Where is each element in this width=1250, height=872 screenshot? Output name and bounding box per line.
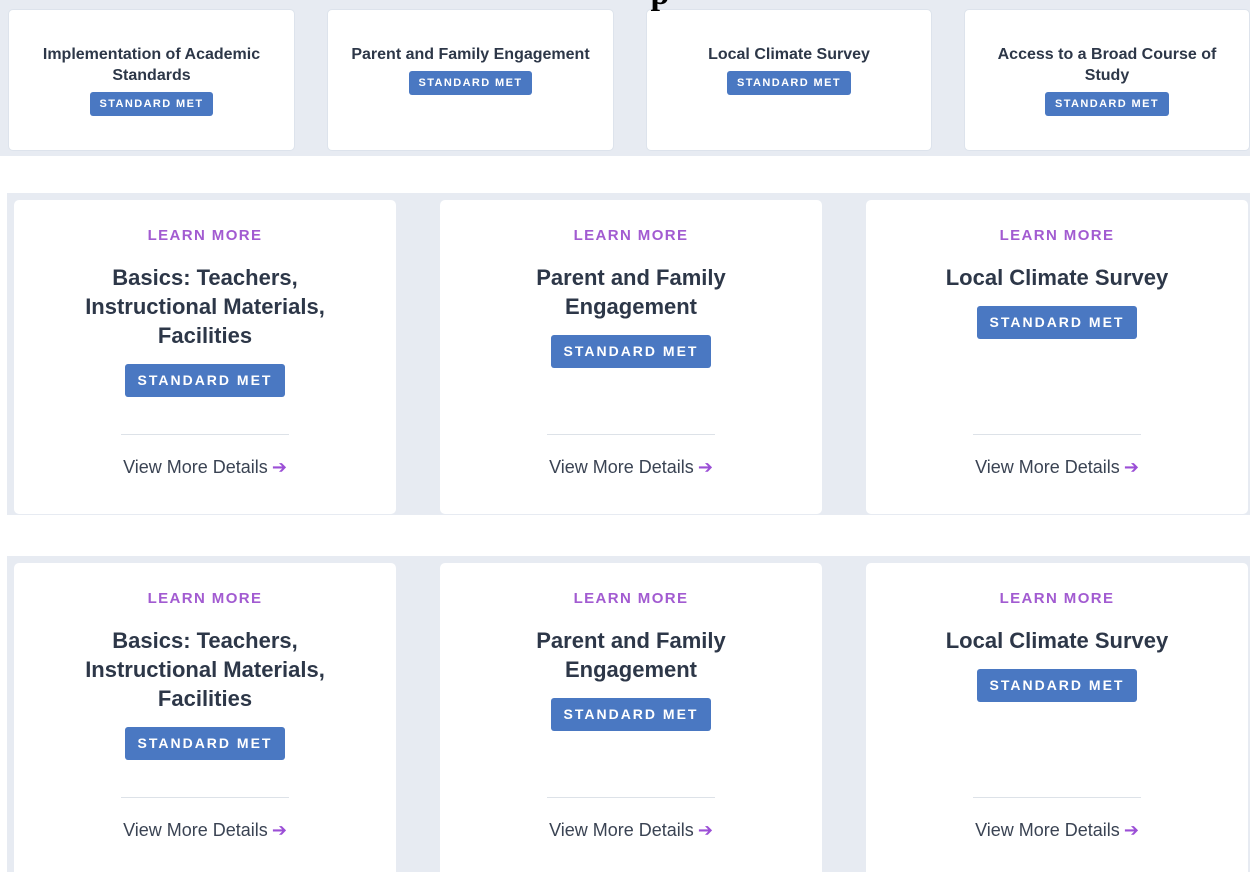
arrow-right-icon: ➔ (1123, 457, 1139, 477)
divider (973, 797, 1141, 798)
view-more-details-label: View More Details (975, 820, 1120, 840)
learn-more-label: LEARN MORE (999, 227, 1115, 244)
divider (121, 797, 289, 798)
detail-card-row: LEARN MORE Basics: Teachers, Instruction… (7, 193, 1250, 515)
arrow-right-icon: ➔ (697, 820, 713, 840)
summary-card-family-engagement: Parent and Family Engagement STANDARD ME… (327, 9, 614, 151)
detail-card-family-engagement: LEARN MORE Parent and Family Engagement … (440, 200, 822, 514)
detail-card-title: Basics: Teachers, Instructional Material… (85, 265, 325, 348)
summary-card-climate-survey: Local Climate Survey STANDARD MET (646, 9, 932, 151)
detail-card-title: Basics: Teachers, Instructional Material… (85, 628, 325, 711)
detail-card-basics: LEARN MORE Basics: Teachers, Instruction… (14, 563, 396, 872)
status-badge: STANDARD MET (976, 669, 1138, 702)
detail-card-basics: LEARN MORE Basics: Teachers, Instruction… (14, 200, 396, 514)
learn-more-label: LEARN MORE (573, 590, 689, 607)
summary-card-academic-standards: Implementation of Academic Standards STA… (8, 9, 295, 151)
view-more-details-link[interactable]: View More Details ➔ (866, 456, 1248, 478)
detail-card-climate-survey: LEARN MORE Local Climate Survey STANDARD… (866, 563, 1248, 872)
summary-card-title: Access to a Broad Course of Study (997, 46, 1217, 84)
section-heading: p (560, 0, 760, 14)
status-badge: STANDARD MET (1045, 92, 1169, 116)
divider (547, 797, 715, 798)
detail-card-title: Local Climate Survey (945, 265, 1169, 290)
divider (547, 434, 715, 435)
status-badge: STANDARD MET (124, 364, 286, 397)
status-badge: STANDARD MET (727, 71, 851, 95)
detail-card-title: Parent and Family Engagement (536, 265, 726, 319)
detail-card-row: LEARN MORE Basics: Teachers, Instruction… (7, 556, 1250, 872)
learn-more-label: LEARN MORE (573, 227, 689, 244)
view-more-details-label: View More Details (975, 457, 1120, 477)
divider (973, 434, 1141, 435)
status-badge: STANDARD MET (550, 698, 712, 731)
summary-card-title: Local Climate Survey (708, 46, 870, 63)
summary-card-title: Parent and Family Engagement (351, 46, 590, 63)
summary-card-course-of-study: Access to a Broad Course of Study STANDA… (964, 9, 1250, 151)
divider (121, 434, 289, 435)
summary-card-title: Implementation of Academic Standards (42, 46, 261, 84)
status-badge: STANDARD MET (89, 92, 214, 116)
status-badge: STANDARD MET (976, 306, 1138, 339)
view-more-details-link[interactable]: View More Details ➔ (440, 456, 822, 478)
view-more-details-label: View More Details (123, 820, 268, 840)
view-more-details-link[interactable]: View More Details ➔ (14, 819, 396, 841)
learn-more-label: LEARN MORE (147, 227, 263, 244)
status-badge: STANDARD MET (550, 335, 712, 368)
detail-card-title: Local Climate Survey (945, 628, 1169, 653)
view-more-details-link[interactable]: View More Details ➔ (440, 819, 822, 841)
arrow-right-icon: ➔ (1123, 820, 1139, 840)
view-more-details-label: View More Details (549, 457, 694, 477)
learn-more-label: LEARN MORE (147, 590, 263, 607)
view-more-details-link[interactable]: View More Details ➔ (14, 456, 396, 478)
arrow-right-icon: ➔ (271, 457, 287, 477)
arrow-right-icon: ➔ (697, 457, 713, 477)
view-more-details-label: View More Details (549, 820, 694, 840)
detail-card-climate-survey: LEARN MORE Local Climate Survey STANDARD… (866, 200, 1248, 514)
summary-strip: Implementation of Academic Standards STA… (0, 0, 1250, 156)
view-more-details-label: View More Details (123, 457, 268, 477)
status-badge: STANDARD MET (408, 71, 533, 95)
detail-card-family-engagement: LEARN MORE Parent and Family Engagement … (440, 563, 822, 872)
learn-more-label: LEARN MORE (999, 590, 1115, 607)
view-more-details-link[interactable]: View More Details ➔ (866, 819, 1248, 841)
status-badge: STANDARD MET (124, 727, 286, 760)
detail-card-title: Parent and Family Engagement (536, 628, 726, 682)
arrow-right-icon: ➔ (271, 820, 287, 840)
